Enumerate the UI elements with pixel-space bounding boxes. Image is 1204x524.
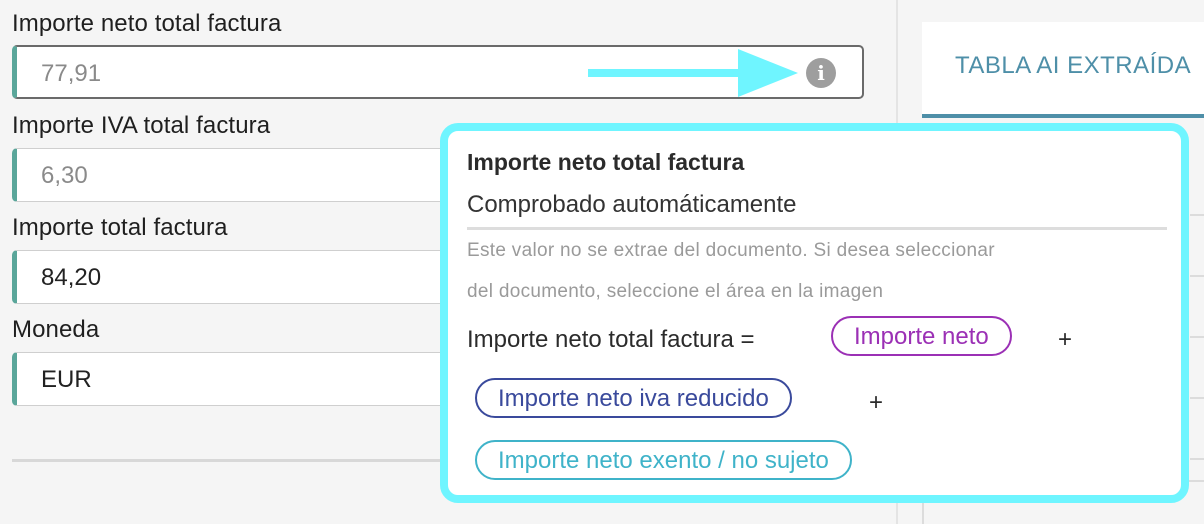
vat-total-label: Importe IVA total factura [12,112,271,139]
chip-net-reduced-vat[interactable]: Importe neto iva reducido [475,378,792,418]
invoice-total-field[interactable]: 84,20 [12,250,452,304]
currency-label: Moneda [12,316,100,343]
tooltip-subtitle: Comprobado automáticamente [467,191,797,218]
tab-active-indicator [922,114,1204,118]
tooltip-separator [467,227,1167,230]
invoice-total-label: Importe total factura [12,214,228,241]
chip-net-amount[interactable]: Importe neto [831,316,1012,356]
section-divider [12,459,452,462]
info-tooltip: Importe neto total factura Comprobado au… [440,123,1189,503]
tooltip-note-line-2: del documento, seleccione el área en la … [467,281,884,302]
tab-ai-table-label: TABLA AI EXTRAÍDA [955,52,1192,79]
chip-net-exempt[interactable]: Importe neto exento / no sujeto [475,440,852,480]
vat-total-value: 6,30 [41,162,88,189]
tooltip-title: Importe neto total factura [467,149,745,175]
currency-value: EUR [41,366,92,393]
arrow-right-icon [588,49,798,97]
formula-lhs: Importe neto total factura = [467,326,755,353]
vat-total-field[interactable]: 6,30 [12,148,452,202]
invoice-total-value: 84,20 [41,264,102,291]
currency-field[interactable]: EUR [12,352,452,406]
tooltip-note-line-1: Este valor no se extrae del documento. S… [467,240,995,261]
plus-sign: + [1058,326,1073,353]
net-total-label: Importe neto total factura [12,10,282,37]
plus-sign: + [869,389,884,416]
info-icon[interactable]: i [806,58,836,88]
net-total-value: 77,91 [41,60,102,87]
